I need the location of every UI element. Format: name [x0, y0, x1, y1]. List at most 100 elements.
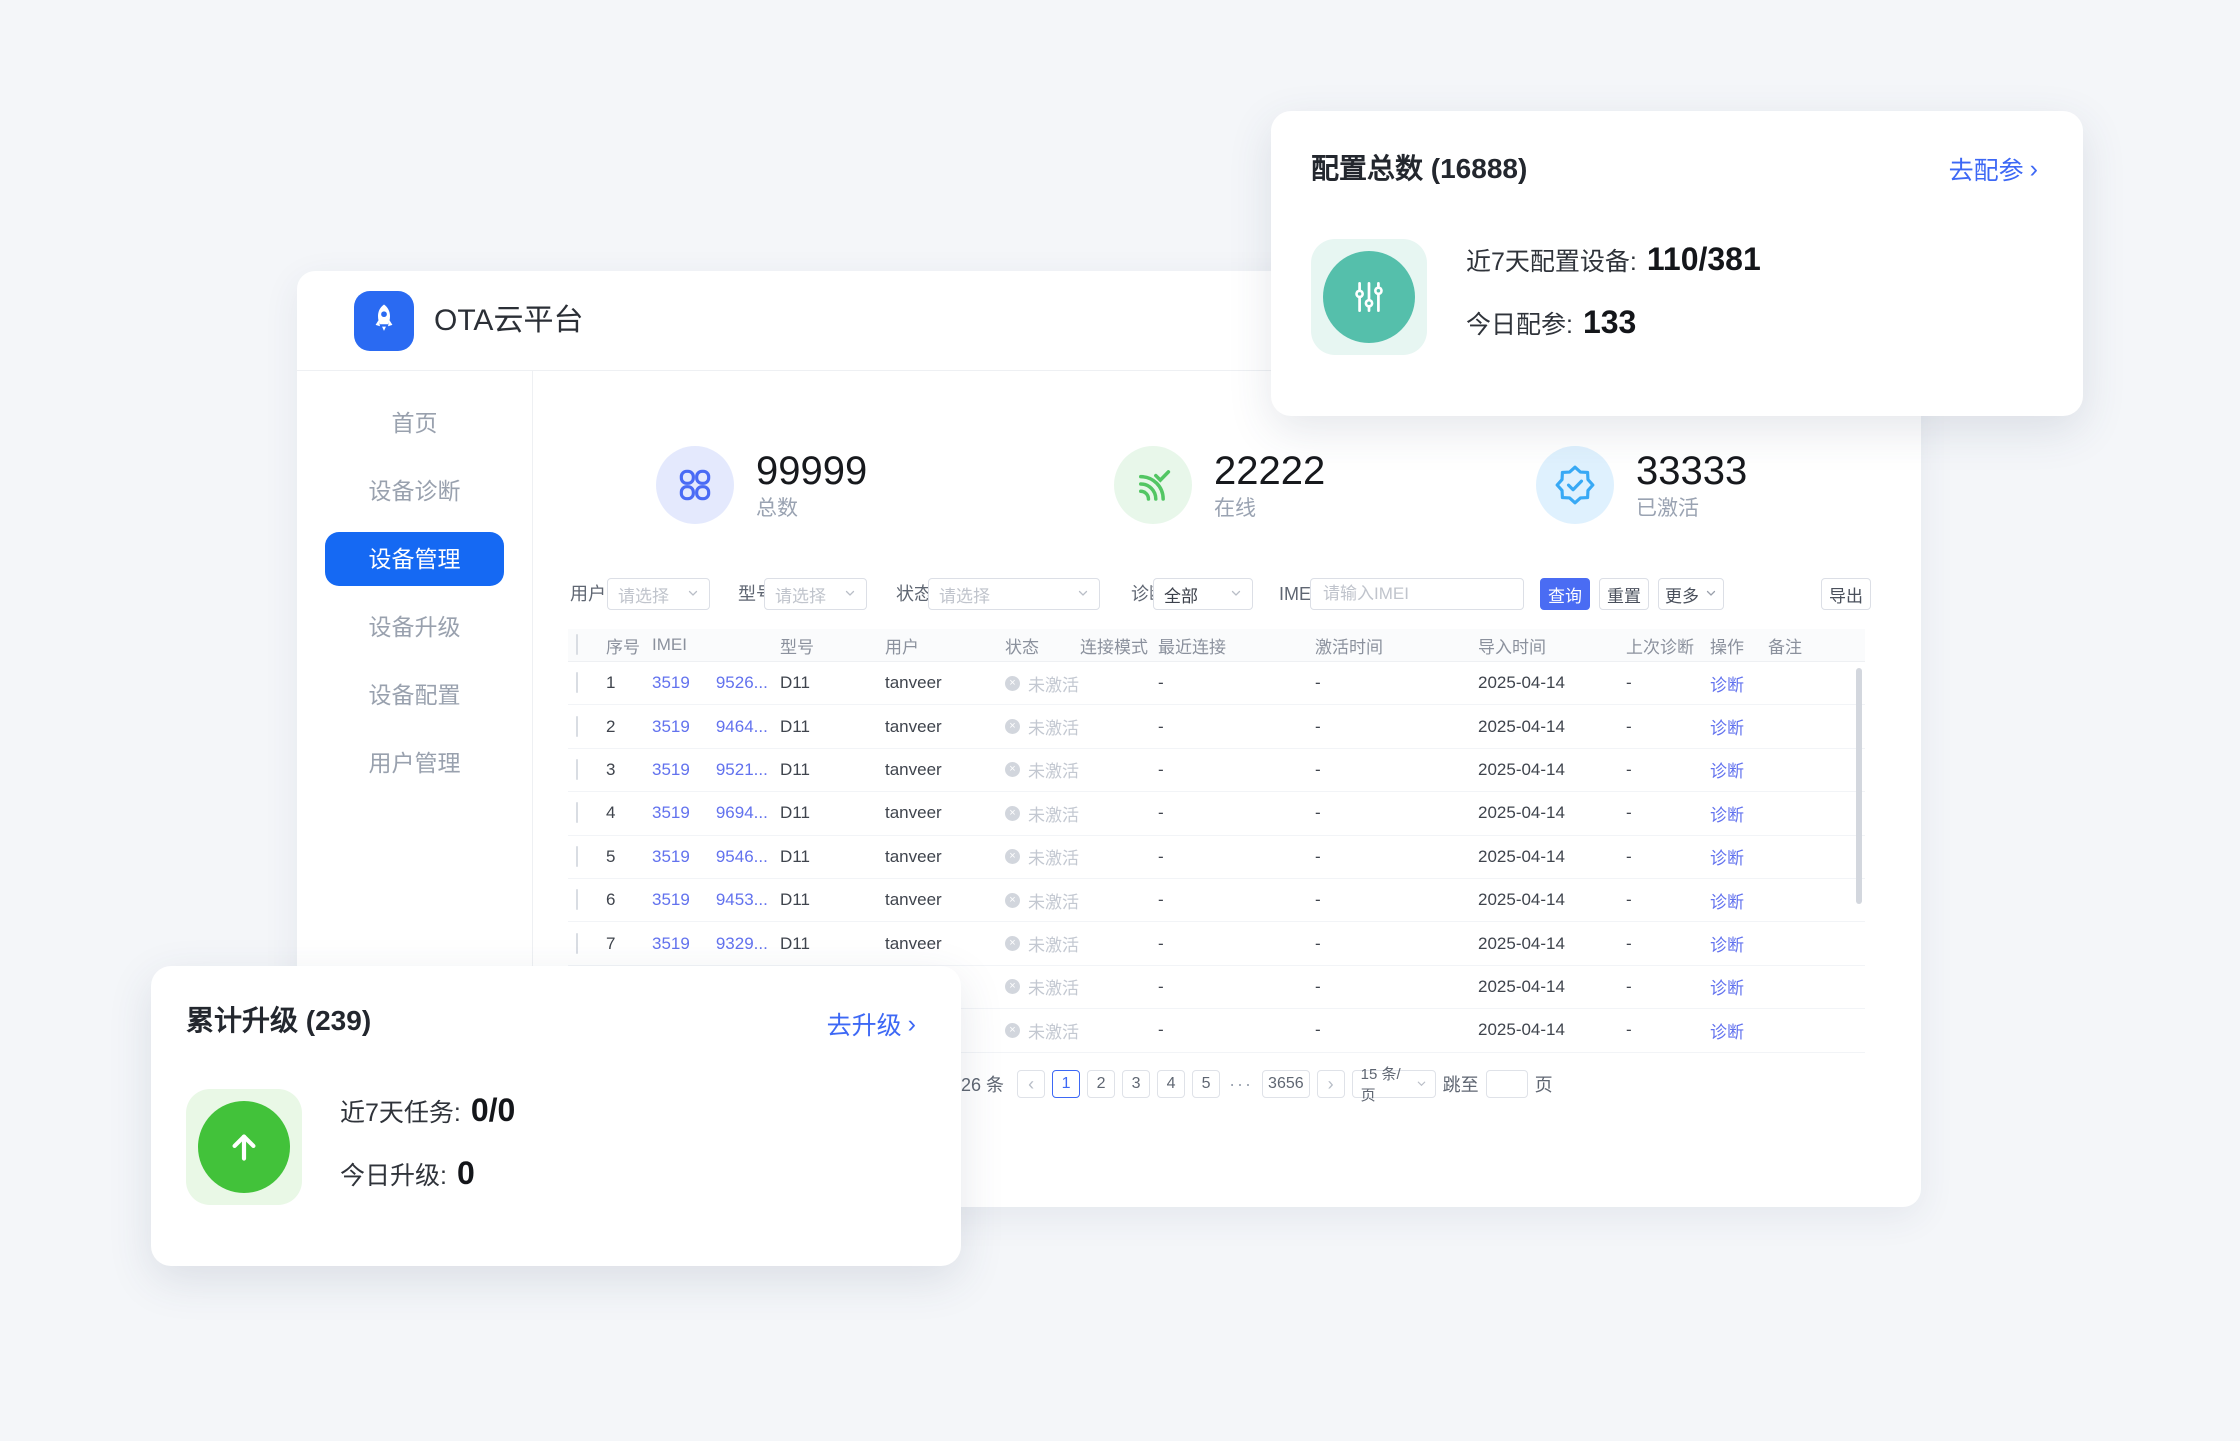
diagnose-link[interactable]: 诊断	[1710, 806, 1744, 825]
imei-link[interactable]: 3519	[652, 673, 690, 692]
sidebar-item-device-config[interactable]: 设备配置	[325, 668, 504, 722]
row-checkbox-cell	[568, 934, 606, 954]
filter-model-select[interactable]: 请选择	[764, 578, 867, 610]
cell-serial: 1	[606, 673, 652, 693]
export-button[interactable]: 导出	[1821, 578, 1871, 610]
inactive-status-icon: ×	[1005, 1023, 1020, 1038]
cell-activate-time: -	[1315, 673, 1478, 693]
diagnose-link[interactable]: 诊断	[1710, 849, 1744, 868]
sidebar-item-user-management[interactable]: 用户管理	[325, 736, 504, 790]
row-checkbox-cell	[568, 760, 606, 780]
diagnose-link[interactable]: 诊断	[1710, 979, 1744, 998]
imei-link[interactable]: 3519	[652, 847, 690, 866]
imei-link[interactable]: 9521...	[716, 760, 768, 779]
status-text: 未激活	[1028, 671, 1079, 696]
cell-last-conn: -	[1158, 673, 1315, 693]
column-header: 上次诊断	[1626, 633, 1710, 658]
filter-status-select[interactable]: 请选择	[928, 578, 1100, 610]
cell-model: D11	[780, 934, 885, 954]
arrow-up-icon	[186, 1089, 302, 1205]
imei-link[interactable]: 9546...	[716, 847, 768, 866]
sidebar-item-device-diagnosis[interactable]: 设备诊断	[325, 464, 504, 518]
page-number-button[interactable]: 1	[1052, 1070, 1080, 1098]
cell-status: ×未激活	[1005, 714, 1080, 739]
chevron-down-icon	[844, 584, 856, 604]
page-number-list: 12345	[1052, 1070, 1220, 1098]
imei-link[interactable]: 3519	[652, 717, 690, 736]
sidebar-item-device-upgrade[interactable]: 设备升级	[325, 600, 504, 654]
reset-button[interactable]: 重置	[1599, 578, 1649, 610]
row-checkbox[interactable]	[576, 759, 578, 780]
select-all-checkbox[interactable]	[576, 634, 578, 655]
status-text: 未激活	[1028, 931, 1079, 956]
cell-import-time: 2025-04-14	[1478, 717, 1626, 737]
column-header: 激活时间	[1315, 633, 1478, 658]
cell-last-diag: -	[1626, 934, 1710, 954]
next-page-button[interactable]: ›	[1317, 1070, 1345, 1098]
row-checkbox[interactable]	[576, 933, 578, 954]
page-number-button[interactable]: 5	[1192, 1070, 1220, 1098]
imei-link[interactable]: 9526...	[716, 673, 768, 692]
jump-to-page-input[interactable]	[1486, 1070, 1528, 1098]
imei-link[interactable]: 9464...	[716, 717, 768, 736]
diagnose-link[interactable]: 诊断	[1710, 762, 1744, 781]
row-checkbox[interactable]	[576, 846, 578, 867]
diagnose-link[interactable]: 诊断	[1710, 719, 1744, 738]
go-to-upgrade-link[interactable]: 去升级 ›	[827, 1006, 916, 1042]
imei-link[interactable]: 3519	[652, 803, 690, 822]
more-button[interactable]: 更多	[1658, 578, 1724, 610]
filter-user-select[interactable]: 请选择	[607, 578, 710, 610]
imei-link[interactable]: 9453...	[716, 890, 768, 909]
stat-online: 22222 在线	[1114, 446, 1325, 524]
imei-link[interactable]: 9694...	[716, 803, 768, 822]
cell-status: ×未激活	[1005, 757, 1080, 782]
arrow-right-icon: ›	[2030, 155, 2038, 184]
last-page-button[interactable]: 3656	[1262, 1070, 1310, 1098]
go-to-config-link[interactable]: 去配参 ›	[1949, 151, 2038, 187]
cell-import-time: 2025-04-14	[1478, 760, 1626, 780]
status-text: 未激活	[1028, 844, 1079, 869]
query-button[interactable]: 查询	[1540, 578, 1590, 610]
prev-page-button[interactable]: ‹	[1017, 1070, 1045, 1098]
diagnose-link[interactable]: 诊断	[1710, 893, 1744, 912]
config-7day-line: 近7天配置设备: 110/381	[1466, 241, 1761, 278]
stat-activated: 33333 已激活	[1536, 446, 1747, 524]
cell-status: ×未激活	[1005, 974, 1080, 999]
imei-input[interactable]	[1310, 578, 1524, 610]
imei-link[interactable]: 9329...	[716, 934, 768, 953]
page-number-button[interactable]: 4	[1157, 1070, 1185, 1098]
page-size-select[interactable]: 15 条/页	[1352, 1070, 1436, 1098]
row-checkbox[interactable]	[576, 716, 578, 737]
cell-last-conn: -	[1158, 717, 1315, 737]
cell-status: ×未激活	[1005, 888, 1080, 913]
cell-last-conn: -	[1158, 760, 1315, 780]
app-title: OTA云平台	[434, 271, 583, 371]
cell-user: tanveer	[885, 847, 1005, 867]
row-checkbox[interactable]	[576, 889, 578, 910]
table-scrollbar-thumb[interactable]	[1856, 668, 1862, 904]
upgrade-today-line: 今日升级: 0	[340, 1155, 475, 1192]
page-number-button[interactable]: 2	[1087, 1070, 1115, 1098]
row-checkbox[interactable]	[576, 802, 578, 823]
stat-online-label: 在线	[1214, 496, 1325, 522]
diagnose-link[interactable]: 诊断	[1710, 676, 1744, 695]
sidebar-item-device-management[interactable]: 设备管理	[325, 532, 504, 586]
diagnose-link[interactable]: 诊断	[1710, 1023, 1744, 1042]
imei-link[interactable]: 3519	[652, 760, 690, 779]
cell-last-diag: -	[1626, 977, 1710, 997]
config-today-value: 133	[1583, 304, 1636, 341]
imei-link[interactable]: 3519	[652, 890, 690, 909]
filter-diagnosis-select[interactable]: 全部	[1153, 578, 1253, 610]
cell-activate-time: -	[1315, 1020, 1478, 1040]
row-checkbox[interactable]	[576, 672, 578, 693]
page-number-button[interactable]: 3	[1122, 1070, 1150, 1098]
status-text: 未激活	[1028, 801, 1079, 826]
diagnose-link[interactable]: 诊断	[1710, 936, 1744, 955]
cell-activate-time: -	[1315, 760, 1478, 780]
cell-import-time: 2025-04-14	[1478, 934, 1626, 954]
cell-serial: 4	[606, 803, 652, 823]
imei-link[interactable]: 3519	[652, 934, 690, 953]
cell-last-diag: -	[1626, 1020, 1710, 1040]
sidebar-item-home[interactable]: 首页	[325, 396, 504, 450]
cell-status: ×未激活	[1005, 931, 1080, 956]
